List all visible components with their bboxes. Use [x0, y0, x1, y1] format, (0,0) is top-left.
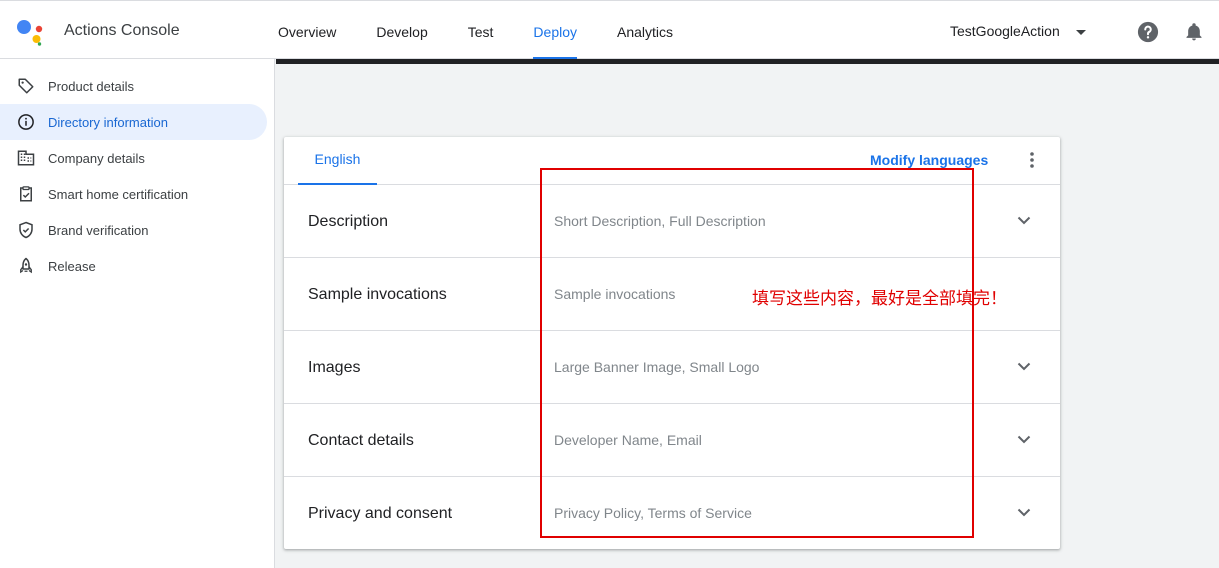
section-title: Images: [308, 359, 361, 376]
chevron-down-icon[interactable]: [1015, 357, 1033, 375]
top-nav: Overview Develop Test Deploy Analytics: [258, 1, 693, 60]
caret-down-icon: [1075, 29, 1086, 35]
rocket-icon: [17, 257, 35, 275]
app-title: Actions Console: [64, 22, 180, 39]
top-app-bar: Actions Console Overview Develop Test De…: [0, 0, 1219, 60]
sidebar-item-label: Release: [48, 258, 96, 274]
section-title: Privacy and consent: [308, 505, 453, 522]
sidebar-item-smart-home-certification[interactable]: Smart home certification: [0, 176, 267, 212]
sidebar-item-product-details[interactable]: Product details: [0, 68, 267, 104]
section-summary: Short Description, Full Description: [554, 213, 766, 229]
loading-bar: [276, 59, 1219, 64]
project-name: TestGoogleAction: [950, 23, 1060, 39]
sidebar: Product details Directory information Co…: [0, 59, 275, 568]
sidebar-item-label: Product details: [48, 78, 134, 94]
section-row-description[interactable]: Description Short Description, Full Desc…: [284, 185, 1060, 258]
section-row-contact-details[interactable]: Contact details Developer Name, Email: [284, 404, 1060, 477]
section-summary: Developer Name, Email: [554, 432, 702, 448]
sidebar-item-label: Company details: [48, 150, 145, 166]
section-title: Contact details: [308, 432, 414, 449]
tab-english[interactable]: English: [298, 137, 377, 185]
more-vert-icon[interactable]: [1024, 150, 1040, 170]
nav-tab-develop[interactable]: Develop: [356, 1, 447, 59]
shield-check-icon: [17, 221, 35, 239]
nav-tab-overview[interactable]: Overview: [258, 1, 356, 59]
sidebar-item-directory-information[interactable]: Directory information: [0, 104, 267, 140]
nav-tab-test[interactable]: Test: [448, 1, 514, 59]
bell-icon[interactable]: [1184, 22, 1204, 42]
project-selector[interactable]: TestGoogleAction: [950, 23, 1086, 39]
sidebar-item-release[interactable]: Release: [0, 248, 267, 284]
section-title: Sample invocations: [308, 286, 447, 303]
section-row-images[interactable]: Images Large Banner Image, Small Logo: [284, 331, 1060, 404]
modify-languages-link[interactable]: Modify languages: [870, 152, 988, 168]
info-icon: [17, 113, 35, 131]
section-summary: Sample invocations: [554, 286, 676, 302]
chevron-down-icon[interactable]: [1015, 430, 1033, 448]
nav-tab-analytics[interactable]: Analytics: [597, 1, 693, 59]
google-assistant-logo-icon: [17, 20, 43, 46]
tag-icon: [17, 77, 35, 95]
clipboard-check-icon: [17, 185, 35, 203]
section-summary: Large Banner Image, Small Logo: [554, 359, 760, 375]
main-content: English Modify languages Description Sho…: [275, 59, 1219, 568]
building-icon: [17, 149, 35, 167]
chevron-down-icon[interactable]: [1015, 211, 1033, 229]
chevron-down-icon[interactable]: [1015, 503, 1033, 521]
section-summary: Privacy Policy, Terms of Service: [554, 505, 752, 521]
section-row-privacy-and-consent[interactable]: Privacy and consent Privacy Policy, Term…: [284, 477, 1060, 549]
section-title: Description: [308, 213, 389, 230]
annotation-text: 填写这些内容，最好是全部填完！: [752, 289, 1007, 309]
directory-info-card: English Modify languages Description Sho…: [284, 137, 1060, 549]
sidebar-item-company-details[interactable]: Company details: [0, 140, 267, 176]
sidebar-item-brand-verification[interactable]: Brand verification: [0, 212, 267, 248]
card-header: English Modify languages: [284, 137, 1060, 185]
sidebar-item-label: Directory information: [48, 114, 168, 130]
nav-tab-deploy[interactable]: Deploy: [513, 1, 597, 60]
help-circle-icon[interactable]: [1137, 21, 1159, 43]
sidebar-item-label: Brand verification: [48, 222, 149, 238]
sidebar-item-label: Smart home certification: [48, 186, 189, 202]
